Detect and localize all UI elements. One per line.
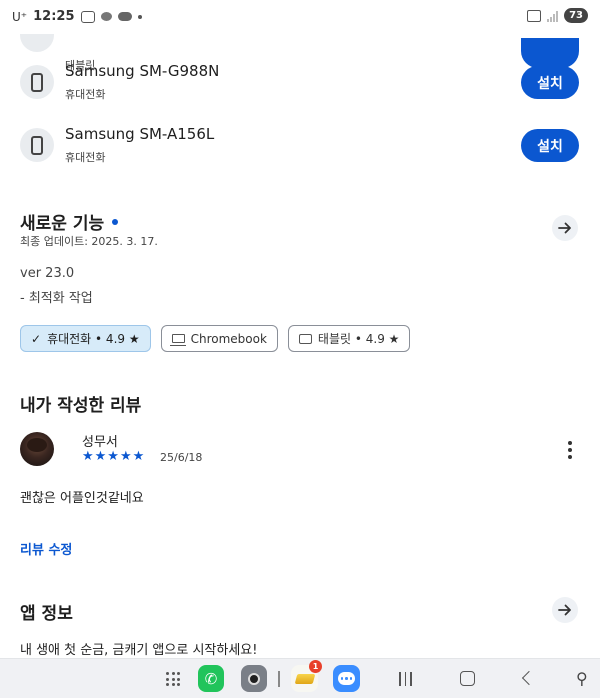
reviewer-name: 성무서: [82, 435, 118, 450]
version-text: ver 23.0: [20, 266, 75, 281]
phone-app-icon[interactable]: ✆: [198, 665, 224, 692]
more-options-icon[interactable]: [566, 441, 574, 459]
device-name: Samsung SM-G988N: [65, 62, 220, 80]
notification-talk-icon: [117, 12, 132, 21]
laptop-icon: [169, 334, 186, 346]
notification-message-icon: [80, 10, 95, 23]
status-bar-left: U⁺ 12:25: [12, 9, 142, 24]
device-name: Samsung SM-A156L: [65, 125, 215, 143]
arrow-right-icon: [558, 604, 571, 616]
status-bar: U⁺ 12:25 73: [0, 0, 600, 34]
chip-chromebook[interactable]: Chromebook: [160, 325, 278, 352]
status-bar-right: 73: [527, 8, 588, 23]
device-type: 휴대전화: [65, 151, 106, 164]
my-review-title: 내가 작성한 리뷰: [20, 396, 142, 416]
chip-label: 휴대전화 • 4.9 ★: [47, 332, 140, 346]
whats-new-arrow-button[interactable]: [552, 215, 578, 241]
arrow-right-icon: [558, 222, 571, 234]
phone-device-icon: [20, 128, 54, 162]
chip-tablet[interactable]: 태블릿 • 4.9 ★: [287, 325, 411, 352]
new-indicator-dot: [112, 218, 119, 225]
whats-new-header[interactable]: 새로운 기능: [20, 209, 119, 234]
back-button[interactable]: [521, 670, 537, 686]
chip-label: 태블릿 • 4.9 ★: [317, 332, 400, 346]
camera-app-icon[interactable]: [241, 665, 267, 692]
check-icon: ✓: [31, 331, 42, 346]
device-row: Samsung SM-A156L 휴대전화 설치: [0, 115, 600, 175]
home-button[interactable]: [460, 671, 475, 686]
chip-phone[interactable]: ✓ 휴대전화 • 4.9 ★: [20, 325, 151, 352]
install-button[interactable]: 설치: [521, 129, 579, 162]
messages-app-icon[interactable]: [333, 665, 360, 692]
tablet-icon: [298, 333, 312, 344]
battery-indicator: 73: [564, 8, 588, 23]
device-rating-chips: ✓ 휴대전화 • 4.9 ★ Chromebook 태블릿 • 4.9 ★: [20, 325, 411, 352]
avatar: [20, 432, 54, 466]
chip-label: Chromebook: [190, 331, 267, 346]
taskbar: ✆ 1 ⚲: [0, 658, 600, 698]
review-date: 25/6/18: [160, 451, 203, 464]
device-type: 휴대전화: [65, 88, 106, 101]
edit-review-link[interactable]: 리뷰 수정: [20, 539, 72, 558]
app-info-title[interactable]: 앱 정보: [20, 599, 73, 624]
notification-badge: 1: [309, 660, 322, 673]
device-row: Samsung SM-G988N 휴대전화 설치: [0, 52, 600, 112]
clock: 12:25: [33, 9, 75, 24]
phone-device-icon: [20, 65, 54, 99]
last-updated-date: 최종 업데이트: 2025. 3. 17.: [20, 235, 158, 248]
apps-grid-icon[interactable]: [166, 672, 180, 686]
more-notifications-icon: [137, 14, 142, 19]
review-text: 괜찮은 어플인것같네요: [20, 491, 144, 506]
whats-new-title: 새로운 기능: [20, 214, 105, 234]
app-info-arrow-button[interactable]: [552, 597, 578, 623]
star-rating: ★★★★★: [82, 449, 146, 464]
release-notes: - 최적화 작업: [20, 291, 93, 306]
notification-cloud-icon: [100, 12, 112, 21]
recents-button[interactable]: [399, 672, 412, 686]
tablet-device-icon: [20, 34, 54, 52]
signal-icon: [547, 10, 559, 22]
taskbar-divider: [278, 671, 280, 687]
accessibility-icon[interactable]: ⚲: [576, 669, 588, 688]
app-info-text: 내 생애 첫 순금, 금캐기 앱으로 시작하세요!: [20, 643, 258, 658]
install-button[interactable]: 설치: [521, 66, 579, 99]
carrier-label: U⁺: [12, 9, 28, 24]
wifi-icon: [527, 9, 542, 22]
